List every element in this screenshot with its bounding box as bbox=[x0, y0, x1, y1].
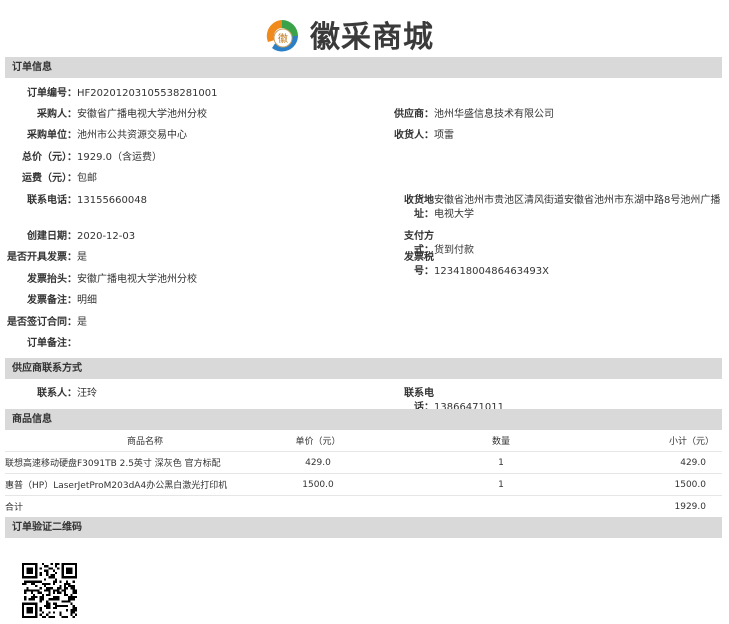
cell-price: 429.0 bbox=[285, 451, 351, 474]
phone-label: 联系电话： bbox=[27, 195, 77, 206]
invoice-note-value: 明细 bbox=[77, 295, 97, 306]
supplier-label: 供应商： bbox=[394, 109, 434, 120]
phone-value: 13155660048 bbox=[77, 195, 147, 206]
section-order-info: 订单信息 bbox=[5, 57, 722, 78]
field-buyer: 采购人：安徽省广播电视大学池州分校 bbox=[5, 108, 207, 122]
receiver-label: 收货人： bbox=[394, 130, 434, 141]
contract-value: 是 bbox=[77, 317, 87, 328]
field-order-no: 订单编号：HF20201203105538281001 bbox=[5, 87, 218, 101]
address-label: 收货地址： bbox=[404, 195, 434, 220]
section-supplier-contact: 供应商联系方式 bbox=[5, 358, 722, 379]
cell-name: 联想高速移动硬盘F3091TB 2.5英寸 深灰色 官方标配 bbox=[5, 451, 285, 474]
field-invoice-note: 发票备注：明细 bbox=[5, 294, 97, 308]
order-no-label: 订单编号： bbox=[27, 88, 77, 99]
invoice-value: 是 bbox=[77, 252, 87, 263]
field-invoice: 是否开具发票：是 bbox=[5, 251, 87, 265]
contract-label: 是否签订合同： bbox=[7, 317, 77, 328]
field-supplier-contact: 联系人：汪玲 bbox=[5, 387, 97, 401]
shipping-label: 运费（元）： bbox=[22, 173, 77, 184]
invoice-label: 是否开具发票： bbox=[7, 252, 77, 263]
tax-no-label: 发票税号： bbox=[404, 252, 434, 277]
created-label: 创建日期： bbox=[27, 231, 77, 242]
field-order-note: 订单备注： bbox=[5, 337, 77, 351]
field-buyer-unit: 采购单位：池州市公共资源交易中心 bbox=[5, 129, 187, 143]
invoice-title-label: 发票抬头： bbox=[27, 274, 77, 285]
goods-table: 商品名称 单价（元） 数量 小计（元） 联想高速移动硬盘F3091TB 2.5英… bbox=[5, 430, 722, 518]
field-shipping: 运费（元）：包邮 bbox=[5, 172, 97, 186]
section-qr-code: 订单验证二维码 bbox=[5, 517, 722, 538]
col-header-price: 单价（元） bbox=[285, 430, 351, 452]
created-value: 2020-12-03 bbox=[77, 231, 136, 242]
field-invoice-title: 发票抬头：安徽广播电视大学池州分校 bbox=[5, 273, 197, 287]
col-header-qty: 数量 bbox=[351, 430, 651, 452]
table-row: 联想高速移动硬盘F3091TB 2.5英寸 深灰色 官方标配 429.0 1 4… bbox=[5, 451, 722, 474]
buyer-unit-label: 采购单位： bbox=[27, 130, 77, 141]
cell-subtotal: 429.0 bbox=[651, 451, 722, 474]
tax-no-value: 12341800486463493X bbox=[434, 266, 550, 277]
cell-price: 1500.0 bbox=[285, 473, 351, 496]
field-address: 收货地址： 安徽省池州市贵池区清风街道安徽省池州市东湖中路8号池州广播电视大学 bbox=[386, 194, 724, 222]
cell-name: 惠普（HP）LaserJetProM203dA4办公黑白激光打印机 bbox=[5, 473, 285, 496]
field-supplier: 供应商：池州华盛信息技术有限公司 bbox=[386, 108, 554, 122]
brand-logo: 徽 徽采商城 bbox=[262, 12, 434, 56]
cell-qty: 1 bbox=[351, 473, 651, 496]
total-row-value: 1929.0 bbox=[651, 495, 722, 518]
order-no-value: HF20201203105538281001 bbox=[77, 88, 218, 99]
svg-text:徽: 徽 bbox=[278, 32, 288, 45]
goods-table-header: 商品名称 单价（元） 数量 小计（元） bbox=[5, 430, 722, 452]
supplier-value: 池州华盛信息技术有限公司 bbox=[434, 109, 554, 120]
total-value: 1929.0（含运费） bbox=[77, 152, 162, 163]
shipping-value: 包邮 bbox=[77, 173, 97, 184]
invoice-note-label: 发票备注： bbox=[27, 295, 77, 306]
field-receiver: 收货人：项雷 bbox=[386, 129, 454, 143]
field-total: 总价（元）：1929.0（含运费） bbox=[5, 151, 162, 165]
field-tax-no: 发票税号：12341800486463493X bbox=[386, 251, 549, 279]
total-row-label: 合计 bbox=[5, 495, 285, 518]
cell-qty: 1 bbox=[351, 451, 651, 474]
address-value: 安徽省池州市贵池区清风街道安徽省池州市东湖中路8号池州广播电视大学 bbox=[434, 195, 721, 220]
field-phone: 联系电话：13155660048 bbox=[5, 194, 147, 208]
invoice-title-value: 安徽广播电视大学池州分校 bbox=[77, 274, 197, 285]
buyer-value: 安徽省广播电视大学池州分校 bbox=[77, 109, 207, 120]
brand-title: 徽采商城 bbox=[310, 20, 434, 55]
col-header-name: 商品名称 bbox=[5, 430, 285, 452]
buyer-unit-value: 池州市公共资源交易中心 bbox=[77, 130, 187, 141]
receiver-value: 项雷 bbox=[434, 130, 454, 141]
col-header-subtotal: 小计（元） bbox=[651, 430, 722, 452]
contact-label: 联系人： bbox=[37, 388, 77, 399]
logo-icon: 徽 bbox=[262, 14, 302, 54]
qr-code-image bbox=[22, 563, 77, 618]
table-total-row: 合计 1929.0 bbox=[5, 495, 722, 518]
contact-value: 汪玲 bbox=[77, 388, 97, 399]
buyer-label: 采购人： bbox=[37, 109, 77, 120]
order-note-label: 订单备注： bbox=[27, 338, 77, 349]
table-row: 惠普（HP）LaserJetProM203dA4办公黑白激光打印机 1500.0… bbox=[5, 473, 722, 496]
section-goods-info: 商品信息 bbox=[5, 409, 722, 430]
cell-subtotal: 1500.0 bbox=[651, 473, 722, 496]
field-contract: 是否签订合同：是 bbox=[5, 316, 87, 330]
total-label: 总价（元）： bbox=[22, 152, 77, 163]
field-created: 创建日期：2020-12-03 bbox=[5, 230, 135, 244]
